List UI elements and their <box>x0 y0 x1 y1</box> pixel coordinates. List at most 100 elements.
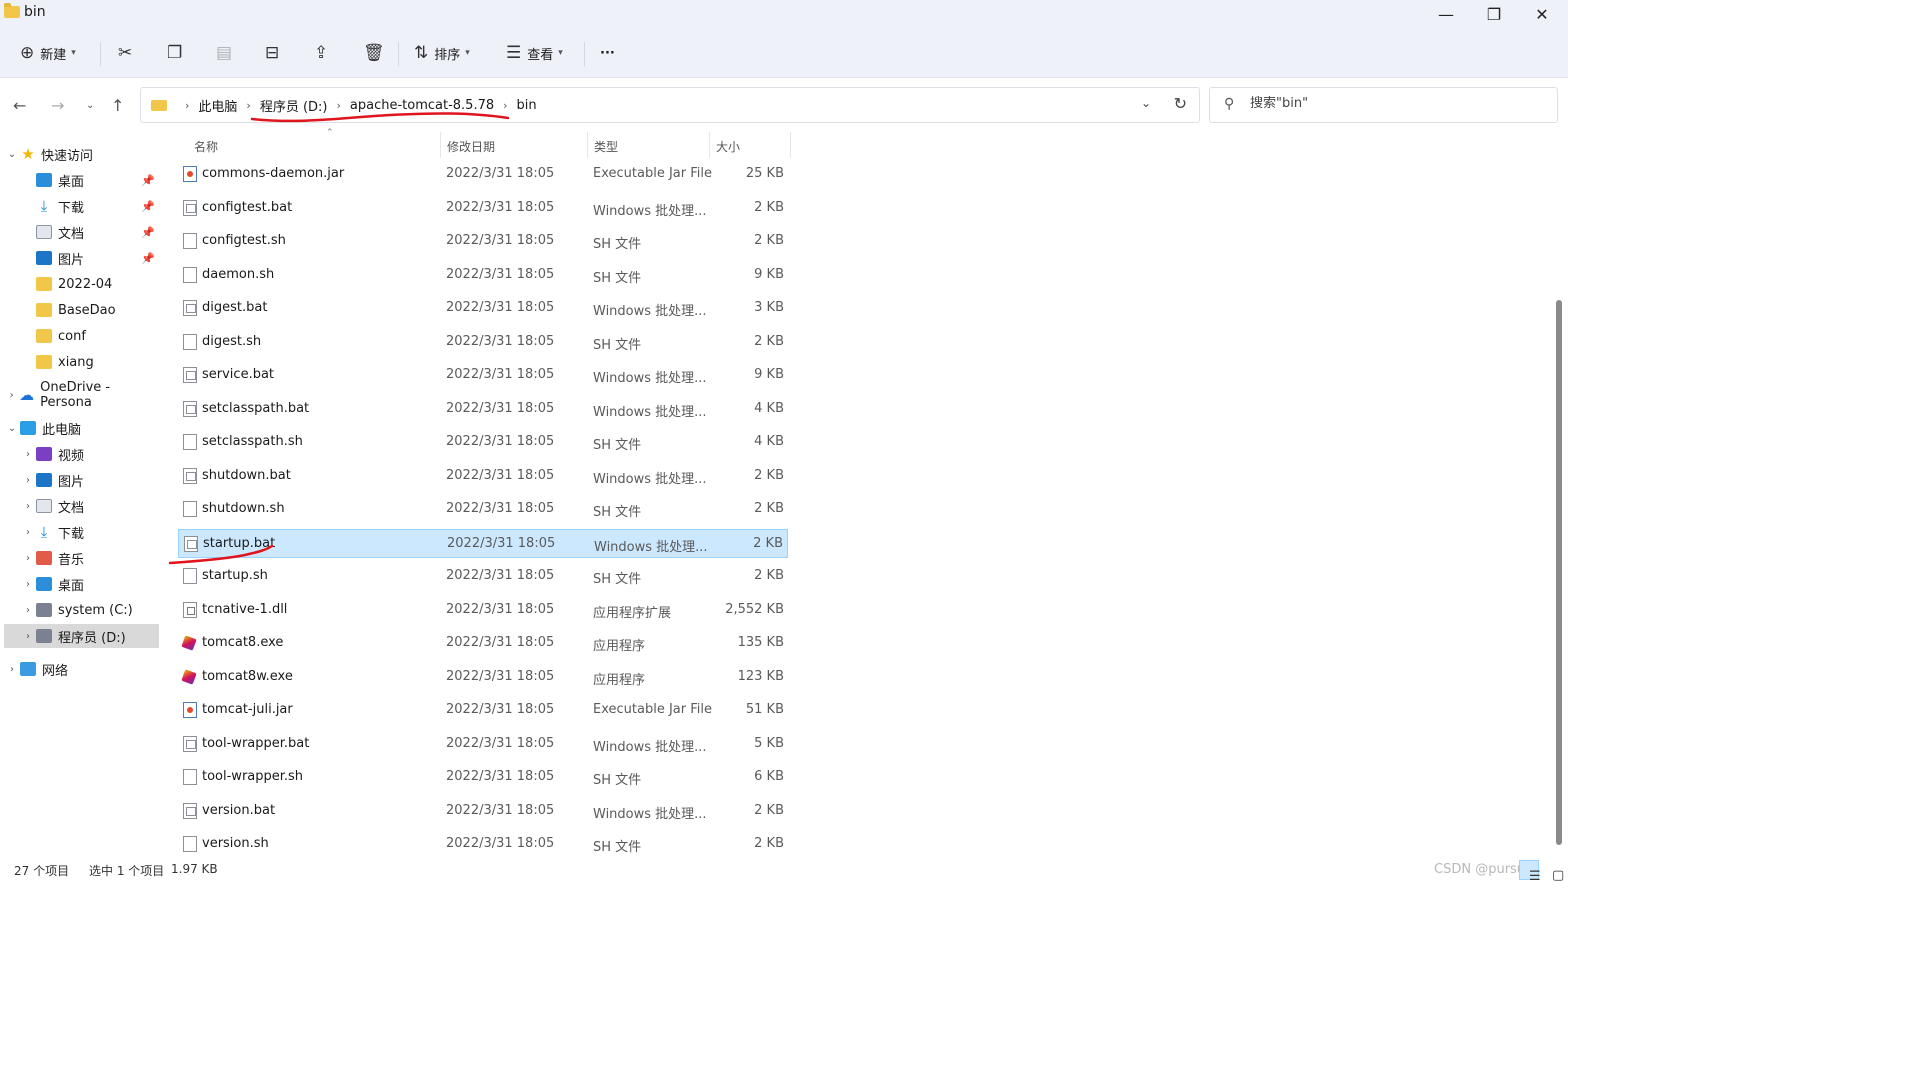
vertical-scrollbar[interactable] <box>1556 300 1562 845</box>
chevron-right-icon[interactable]: › <box>20 553 36 564</box>
column-divider[interactable] <box>790 132 791 158</box>
chevron-right-icon[interactable]: › <box>4 664 20 675</box>
close-button[interactable]: ✕ <box>1522 2 1562 28</box>
sidebar-item-desktop[interactable]: 桌面 📌 <box>4 168 159 192</box>
forward-arrow-icon[interactable]: → <box>51 96 64 115</box>
file-row[interactable]: commons-daemon.jar 2022/3/31 18:05 Executa… <box>178 160 788 189</box>
chevron-right-icon[interactable]: › <box>20 605 36 616</box>
delete-button[interactable]: 🗑 <box>363 40 385 66</box>
file-name[interactable]: tomcat8w.exe <box>202 669 293 684</box>
details-view-button[interactable]: ☰ <box>1519 860 1541 884</box>
column-type[interactable]: 类型 <box>594 138 618 155</box>
column-divider[interactable] <box>709 132 710 158</box>
file-name[interactable]: tcnative-1.dll <box>202 602 287 617</box>
column-divider[interactable] <box>587 132 588 158</box>
file-row[interactable]: tcnative-1.dll 2022/3/31 18:05 应用程序扩展 2,552… <box>178 596 788 625</box>
more-button[interactable]: ··· <box>600 40 615 66</box>
recent-chevron-icon[interactable]: ⌄ <box>86 100 94 111</box>
file-row[interactable]: setclasspath.sh 2022/3/31 18:05 SH 文件 4 KB <box>178 428 788 457</box>
file-row[interactable]: digest.bat 2022/3/31 18:05 Windows 批处理... 3… <box>178 294 788 323</box>
column-name[interactable]: 名称 <box>194 138 218 155</box>
sidebar-item-pc-desktop[interactable]: › 桌面 <box>4 572 159 596</box>
file-name[interactable]: tomcat-juli.jar <box>202 702 293 717</box>
chevron-down-icon[interactable]: ⌄ <box>4 423 20 434</box>
file-row[interactable]: tomcat8w.exe 2022/3/31 18:05 应用程序 123 KB <box>178 663 788 692</box>
file-row[interactable]: setclasspath.bat 2022/3/31 18:05 Windows 批… <box>178 395 788 424</box>
sidebar-item-pc-pictures[interactable]: › 图片 <box>4 468 159 492</box>
column-divider[interactable] <box>440 132 441 158</box>
sidebar-item-xiang[interactable]: xiang <box>4 350 159 374</box>
chevron-right-icon[interactable]: › <box>20 449 36 460</box>
cut-button[interactable]: ✂ <box>118 40 132 66</box>
file-row[interactable]: configtest.bat 2022/3/31 18:05 Windows 批处理… <box>178 194 788 223</box>
crumb-tomcat[interactable]: apache-tomcat-8.5.78 <box>350 98 494 113</box>
sidebar-item-pc-documents[interactable]: › 文档 <box>4 494 159 518</box>
sidebar-item-2022-04[interactable]: 2022-04 <box>4 272 159 296</box>
refresh-icon[interactable]: ↻ <box>1174 94 1187 113</box>
crumb-bin[interactable]: bin <box>517 98 537 113</box>
chevron-right-icon[interactable]: › <box>20 579 36 590</box>
file-name[interactable]: version.sh <box>202 836 269 851</box>
file-name[interactable]: tool-wrapper.sh <box>202 769 303 784</box>
file-row[interactable]: startup.bat 2022/3/31 18:05 Windows 批处理...… <box>178 528 788 558</box>
chevron-right-icon[interactable]: › <box>20 631 36 642</box>
file-name[interactable]: configtest.sh <box>202 233 286 248</box>
sidebar-item-onedrive[interactable]: › ☁ OneDrive - Persona <box>4 380 159 410</box>
file-name[interactable]: configtest.bat <box>202 200 292 215</box>
sidebar-item-basedao[interactable]: BaseDao <box>4 298 159 322</box>
file-name[interactable]: tool-wrapper.bat <box>202 736 309 751</box>
file-name[interactable]: commons-daemon.jar <box>202 166 344 181</box>
address-bar[interactable]: › 此电脑 › 程序员 (D:) › apache-tomcat-8.5.78 … <box>140 87 1200 123</box>
file-row[interactable]: shutdown.sh 2022/3/31 18:05 SH 文件 2 KB <box>178 495 788 524</box>
sidebar-item-videos[interactable]: › 视频 <box>4 442 159 466</box>
chevron-right-icon[interactable]: › <box>4 390 19 401</box>
file-name[interactable]: shutdown.bat <box>202 468 291 483</box>
search-box[interactable]: ⚲ <box>1209 87 1558 123</box>
file-name[interactable]: digest.sh <box>202 334 261 349</box>
sidebar-item-downloads[interactable]: ⤓ 下载 📌 <box>4 194 159 218</box>
file-row[interactable]: daemon.sh 2022/3/31 18:05 SH 文件 9 KB <box>178 261 788 290</box>
chevron-right-icon[interactable]: › <box>20 527 36 538</box>
search-input[interactable] <box>1250 96 1540 111</box>
file-row[interactable]: tomcat8.exe 2022/3/31 18:05 应用程序 135 KB <box>178 629 788 658</box>
file-row[interactable]: configtest.sh 2022/3/31 18:05 SH 文件 2 KB <box>178 227 788 256</box>
file-row[interactable]: tool-wrapper.sh 2022/3/31 18:05 SH 文件 6 KB <box>178 763 788 792</box>
sidebar-item-documents[interactable]: 文档 📌 <box>4 220 159 244</box>
sidebar-item-quick-access[interactable]: ⌄ ★ 快速访问 <box>4 142 159 166</box>
sidebar-item-music[interactable]: › 音乐 <box>4 546 159 570</box>
address-dropdown-icon[interactable]: ⌄ <box>1141 96 1151 110</box>
back-arrow-icon[interactable]: ← <box>13 96 26 115</box>
up-arrow-icon[interactable]: ↑ <box>111 96 124 115</box>
file-row[interactable]: shutdown.bat 2022/3/31 18:05 Windows 批处理..… <box>178 462 788 491</box>
sidebar-item-pc-downloads[interactable]: › ⤓ 下载 <box>4 520 159 544</box>
file-row[interactable]: tool-wrapper.bat 2022/3/31 18:05 Windows 批… <box>178 730 788 759</box>
sidebar-item-drive-c[interactable]: › system (C:) <box>4 598 159 622</box>
file-row[interactable]: version.sh 2022/3/31 18:05 SH 文件 2 KB <box>178 830 788 859</box>
column-size[interactable]: 大小 <box>716 138 740 155</box>
new-button[interactable]: ⊕ 新建 ▾ <box>20 40 76 66</box>
file-name[interactable]: service.bat <box>202 367 274 382</box>
file-name[interactable]: version.bat <box>202 803 275 818</box>
maximize-button[interactable]: ❐ <box>1474 2 1514 28</box>
share-button[interactable]: ⇪ <box>314 40 328 66</box>
view-button[interactable]: ☰ 查看 ▾ <box>506 40 563 66</box>
chevron-down-icon[interactable]: ⌄ <box>4 149 20 160</box>
file-name[interactable]: digest.bat <box>202 300 267 315</box>
file-name[interactable]: setclasspath.sh <box>202 434 303 449</box>
file-row[interactable]: startup.sh 2022/3/31 18:05 SH 文件 2 KB <box>178 562 788 591</box>
sidebar-item-conf[interactable]: conf <box>4 324 159 348</box>
file-name[interactable]: daemon.sh <box>202 267 274 282</box>
minimize-button[interactable]: — <box>1426 2 1466 28</box>
file-name[interactable]: setclasspath.bat <box>202 401 309 416</box>
file-row[interactable]: version.bat 2022/3/31 18:05 Windows 批处理...… <box>178 797 788 826</box>
file-name[interactable]: startup.sh <box>202 568 268 583</box>
sidebar-item-drive-d[interactable]: › 程序员 (D:) <box>4 624 159 648</box>
file-row[interactable]: digest.sh 2022/3/31 18:05 SH 文件 2 KB <box>178 328 788 357</box>
copy-button[interactable]: ❐ <box>167 40 182 66</box>
file-row[interactable]: tomcat-juli.jar 2022/3/31 18:05 Executable… <box>178 696 788 725</box>
file-row[interactable]: service.bat 2022/3/31 18:05 Windows 批处理...… <box>178 361 788 390</box>
chevron-right-icon[interactable]: › <box>20 475 36 486</box>
chevron-right-icon[interactable]: › <box>20 501 36 512</box>
paste-button[interactable]: ▤ <box>216 40 232 66</box>
rename-button[interactable]: ⊟ <box>265 40 279 66</box>
